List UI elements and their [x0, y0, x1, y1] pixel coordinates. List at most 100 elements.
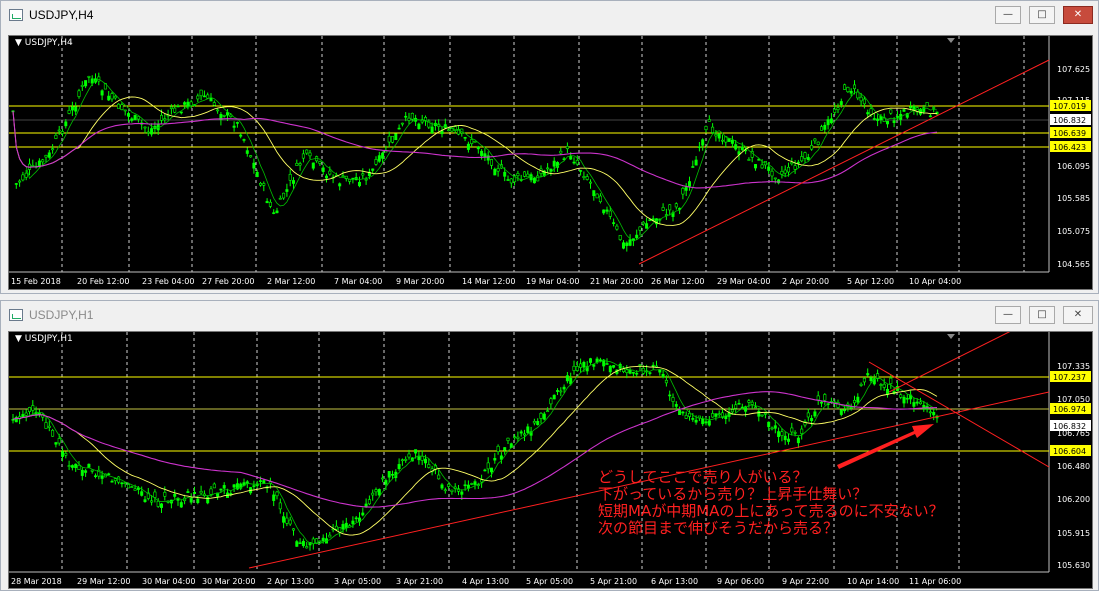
candle-body — [780, 171, 784, 175]
candle-body — [922, 404, 926, 410]
candle-body — [546, 167, 550, 170]
candle-body — [400, 459, 404, 462]
candle-body — [516, 173, 520, 177]
candle-body — [800, 156, 804, 162]
candle-body — [885, 120, 889, 125]
candle-body — [315, 538, 319, 544]
candle-body — [579, 363, 583, 368]
candle-body — [407, 453, 411, 458]
price-chart-h1[interactable]: ▼ USDJPY,H1 107.335 107.050 106.765 106.480… — [8, 331, 1093, 589]
candle-body — [522, 171, 526, 177]
candle-body — [136, 116, 140, 120]
candle-body — [212, 483, 216, 489]
candle-body — [862, 98, 866, 105]
close-button[interactable]: ✕ — [1063, 306, 1093, 324]
candle-body — [199, 89, 203, 97]
candle-body — [615, 225, 619, 230]
candle-body — [265, 201, 269, 204]
candle-body — [928, 115, 932, 118]
candle-body — [503, 447, 507, 451]
candle-body — [21, 174, 25, 181]
candle-body — [219, 488, 223, 491]
maximize-button[interactable]: □ — [1029, 306, 1055, 324]
trend-line — [888, 332, 1011, 393]
candle-body — [872, 118, 876, 120]
candle-body — [357, 181, 361, 187]
close-button[interactable]: ✕ — [1063, 6, 1093, 24]
candle-body — [711, 413, 715, 418]
candle-body — [311, 538, 315, 545]
price-badge-label: 106.832 — [1053, 116, 1086, 125]
candle-body — [720, 139, 724, 142]
candle-body — [757, 410, 761, 417]
candle-body — [288, 174, 292, 181]
chart-window-h4[interactable]: USDJPY,H4 — □ ✕ ▼ USDJPY,H4 107.625107.1… — [0, 0, 1099, 294]
candle-body — [635, 234, 639, 239]
candle-body — [404, 115, 408, 118]
candle-body — [400, 122, 404, 125]
chart-window-h1[interactable]: USDJPY,H1 — □ ✕ ▼ USDJPY,H1 107.335 107.0… — [0, 300, 1099, 591]
time-tick-label: 3 Apr 21:00 — [396, 577, 443, 586]
candle-body — [311, 162, 315, 169]
candle-body — [143, 126, 147, 129]
time-tick-label: 11 Apr 06:00 — [909, 577, 961, 586]
candle-body — [539, 413, 543, 419]
candle-body — [678, 410, 682, 415]
candle-body — [866, 112, 870, 115]
candle-body — [252, 485, 256, 487]
time-tick-label: 5 Apr 05:00 — [526, 577, 573, 586]
candle-body — [24, 412, 28, 416]
candle-body — [288, 519, 292, 525]
candle-body — [628, 369, 632, 374]
price-chart-h4[interactable]: ▼ USDJPY,H4 107.625107.115106.095105.585… — [8, 35, 1093, 290]
candle-body — [737, 403, 741, 405]
candle-body — [87, 76, 91, 78]
candle-body — [123, 109, 127, 112]
candle-body — [222, 114, 226, 117]
candle-body — [179, 111, 183, 114]
title-bar[interactable]: USDJPY,H4 — □ ✕ — [1, 1, 1098, 29]
minimize-button[interactable]: — — [995, 6, 1021, 24]
candle-body — [717, 413, 721, 416]
title-bar[interactable]: USDJPY,H1 — □ ✕ — [1, 301, 1098, 329]
candle-body — [532, 420, 536, 424]
candle-body — [889, 109, 893, 114]
candle-body — [427, 464, 431, 468]
candle-body — [588, 358, 592, 363]
candle-body — [272, 494, 276, 501]
trend-line — [638, 59, 1050, 265]
candle-body — [107, 473, 111, 476]
maximize-button[interactable]: □ — [1029, 6, 1055, 24]
candle-body — [674, 203, 678, 208]
minimize-button[interactable]: — — [995, 306, 1021, 324]
candle-body — [648, 372, 652, 374]
candle-body — [74, 463, 78, 469]
time-tick-label: 5 Apr 12:00 — [847, 277, 894, 286]
candle-body — [397, 127, 401, 130]
price-badge-label: 106.604 — [1053, 447, 1086, 456]
candle-body — [912, 402, 916, 407]
candle-body — [668, 394, 672, 397]
time-tick-label: 9 Apr 22:00 — [782, 577, 829, 586]
candle-body — [572, 161, 576, 164]
candle-body — [384, 480, 388, 485]
candle-body — [414, 449, 418, 454]
price-tick-label: 107.335 — [1057, 362, 1090, 371]
candle-body — [654, 365, 658, 368]
candle-body — [117, 103, 121, 109]
candle-body — [638, 226, 642, 231]
candle-body — [813, 411, 817, 417]
candle-body — [582, 361, 586, 368]
candle-body — [621, 368, 625, 372]
candle-body — [146, 131, 150, 134]
candle-body — [730, 139, 734, 144]
candle-body — [823, 394, 827, 401]
candle-body — [282, 192, 286, 199]
candle-body — [381, 477, 385, 480]
candle-body — [47, 425, 51, 428]
candle-body — [473, 140, 477, 143]
candle-body — [249, 155, 253, 158]
candle-body — [608, 365, 612, 373]
candle-body — [724, 415, 728, 420]
candle-body — [767, 166, 771, 171]
